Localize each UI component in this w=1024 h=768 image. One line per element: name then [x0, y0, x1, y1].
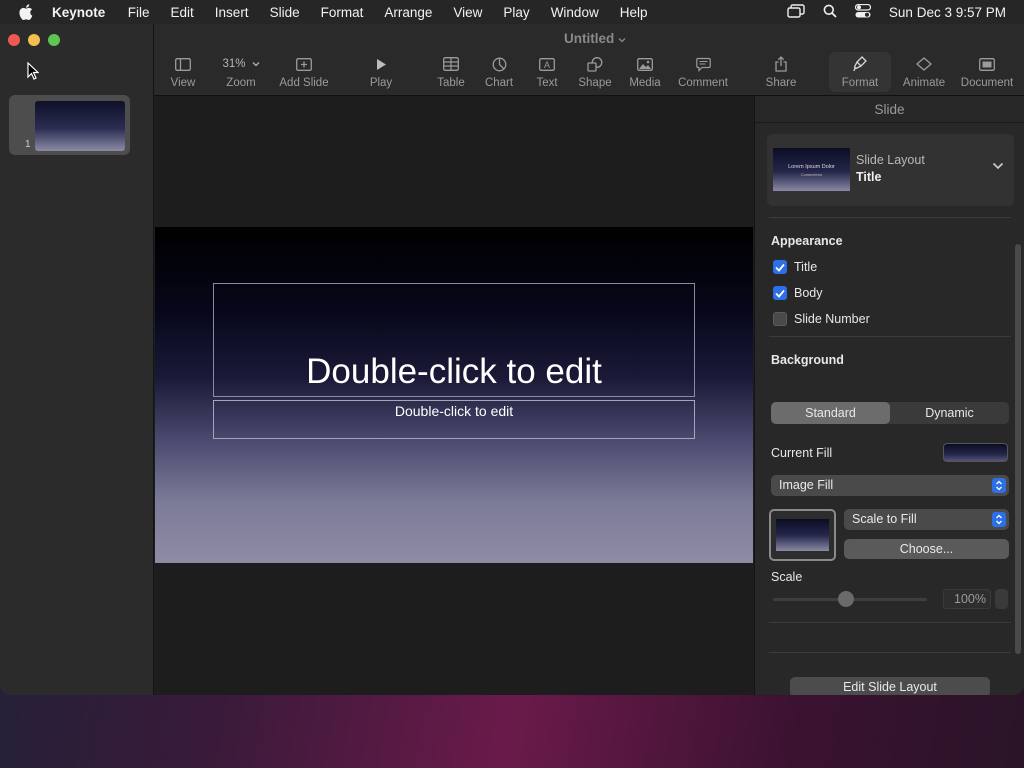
- scale-label: Scale: [771, 570, 803, 584]
- view-button[interactable]: View: [160, 54, 206, 89]
- appearance-title-checkbox[interactable]: Title: [773, 260, 817, 274]
- share-button[interactable]: Share: [762, 54, 800, 89]
- scale-stepper[interactable]: [995, 589, 1008, 609]
- format-inspector: Slide Lorem Ipsum Dolor Consectetur Slid…: [754, 96, 1024, 695]
- shape-icon: [587, 56, 603, 72]
- scale-mode-popup[interactable]: Scale to Fill: [844, 509, 1009, 530]
- share-icon: [775, 56, 787, 72]
- mouse-pointer-icon: [27, 62, 39, 80]
- menu-window[interactable]: Window: [540, 5, 609, 20]
- choose-image-button[interactable]: Choose...: [844, 539, 1009, 559]
- media-icon: [637, 57, 653, 71]
- title-placeholder[interactable]: Double-click to edit: [213, 283, 695, 397]
- appearance-label: Appearance: [771, 234, 843, 248]
- apple-menu-icon[interactable]: [0, 4, 52, 20]
- body-placeholder[interactable]: Double-click to edit: [213, 400, 695, 439]
- shape-button[interactable]: Shape: [576, 54, 614, 89]
- appearance-slide-number-checkbox[interactable]: Slide Number: [773, 312, 870, 326]
- edit-slide-layout-button[interactable]: Edit Slide Layout: [790, 677, 990, 695]
- chevron-down-icon: [618, 38, 626, 43]
- chevron-down-icon: [992, 162, 1004, 170]
- play-button[interactable]: Play: [362, 54, 400, 89]
- popup-arrows-icon: [992, 478, 1006, 493]
- menu-slide[interactable]: Slide: [259, 5, 310, 20]
- scale-value-field[interactable]: 100%: [943, 589, 991, 609]
- text-box-icon: A: [539, 57, 555, 71]
- menu-app-keynote[interactable]: Keynote: [52, 5, 117, 20]
- menu-help[interactable]: Help: [609, 5, 658, 20]
- slide-number: 1: [25, 139, 31, 150]
- title-placeholder-text: Double-click to edit: [306, 352, 602, 391]
- table-button[interactable]: Table: [434, 54, 468, 89]
- menu-edit[interactable]: Edit: [160, 5, 204, 20]
- zoom-value: 31%: [222, 58, 246, 70]
- background-dynamic-segment[interactable]: Dynamic: [890, 402, 1009, 424]
- current-fill-label: Current Fill: [771, 446, 833, 460]
- format-button[interactable]: Format: [836, 54, 884, 89]
- menubar-clock[interactable]: Sun Dec 3 9:57 PM: [889, 5, 1006, 20]
- chevron-down-icon: [252, 62, 259, 67]
- background-mode-segmented-control: Standard Dynamic: [771, 402, 1009, 424]
- document-title[interactable]: Untitled: [540, 31, 650, 46]
- scale-slider-knob[interactable]: [838, 591, 854, 607]
- inspector-scrollbar[interactable]: [1015, 244, 1021, 654]
- fill-type-popup[interactable]: Image Fill: [771, 475, 1009, 496]
- animate-button[interactable]: Animate: [900, 54, 948, 89]
- divider: [769, 652, 1011, 653]
- checkmark-icon: [773, 286, 787, 300]
- divider: [769, 622, 1011, 623]
- menu-format[interactable]: Format: [310, 5, 374, 20]
- spotlight-search-icon[interactable]: [823, 4, 837, 21]
- play-icon: [377, 58, 386, 70]
- slide-thumbnail-image: [35, 101, 125, 151]
- slide-layout-label: Slide Layout: [856, 153, 925, 167]
- zoom-window-button[interactable]: [48, 34, 60, 46]
- appearance-body-checkbox[interactable]: Body: [773, 286, 823, 300]
- minimize-window-button[interactable]: [28, 34, 40, 46]
- document-icon: [979, 57, 995, 71]
- slide-canvas[interactable]: Double-click to edit Double-click to edi…: [155, 96, 753, 695]
- background-label: Background: [771, 353, 844, 367]
- svg-text:A: A: [544, 60, 550, 70]
- slide-layout-selector[interactable]: Lorem Ipsum Dolor Consectetur Slide Layo…: [767, 134, 1014, 206]
- text-button[interactable]: A Text: [530, 54, 564, 89]
- checkmark-icon: [773, 260, 787, 274]
- background-standard-segment[interactable]: Standard: [771, 402, 890, 424]
- screen-mirroring-icon[interactable]: [787, 3, 805, 21]
- slide[interactable]: Double-click to edit Double-click to edi…: [155, 227, 753, 563]
- unchecked-box-icon: [773, 312, 787, 326]
- animate-diamond-icon: [916, 57, 932, 71]
- table-icon: [443, 57, 459, 71]
- menu-arrange[interactable]: Arrange: [374, 5, 443, 20]
- media-button[interactable]: Media: [626, 54, 664, 89]
- layout-thumbnail: Lorem Ipsum Dolor Consectetur: [773, 148, 850, 191]
- close-window-button[interactable]: [8, 34, 20, 46]
- add-slide-button[interactable]: Add Slide: [276, 54, 332, 89]
- chart-icon: [492, 57, 506, 71]
- chart-button[interactable]: Chart: [482, 54, 516, 89]
- image-fill-preview[interactable]: [769, 509, 836, 561]
- menu-file[interactable]: File: [117, 5, 160, 20]
- divider: [769, 336, 1011, 337]
- menu-bar: Keynote File Edit Insert Slide Format Ar…: [0, 0, 1024, 24]
- comment-button[interactable]: Comment: [676, 54, 730, 89]
- paintbrush-icon: [853, 56, 867, 72]
- keynote-window: Untitled View 31% Zoom Add Slide Play Ta…: [0, 24, 1024, 695]
- menu-insert[interactable]: Insert: [204, 5, 259, 20]
- add-slide-icon: [296, 57, 312, 71]
- current-fill-swatch[interactable]: [943, 443, 1008, 462]
- body-placeholder-text: Double-click to edit: [394, 403, 514, 419]
- sidebar-view-icon: [175, 57, 191, 71]
- slide-layout-value: Title: [856, 170, 882, 184]
- slide-thumbnail-1[interactable]: 1: [9, 95, 130, 155]
- menu-view[interactable]: View: [443, 5, 493, 20]
- menu-play[interactable]: Play: [493, 5, 540, 20]
- inspector-header: Slide: [755, 96, 1024, 123]
- divider: [769, 217, 1011, 218]
- document-button[interactable]: Document: [958, 54, 1016, 89]
- control-center-icon[interactable]: [854, 3, 872, 21]
- zoom-menu[interactable]: 31% Zoom: [212, 54, 270, 89]
- popup-arrows-icon: [992, 512, 1006, 527]
- comment-icon: [695, 57, 711, 72]
